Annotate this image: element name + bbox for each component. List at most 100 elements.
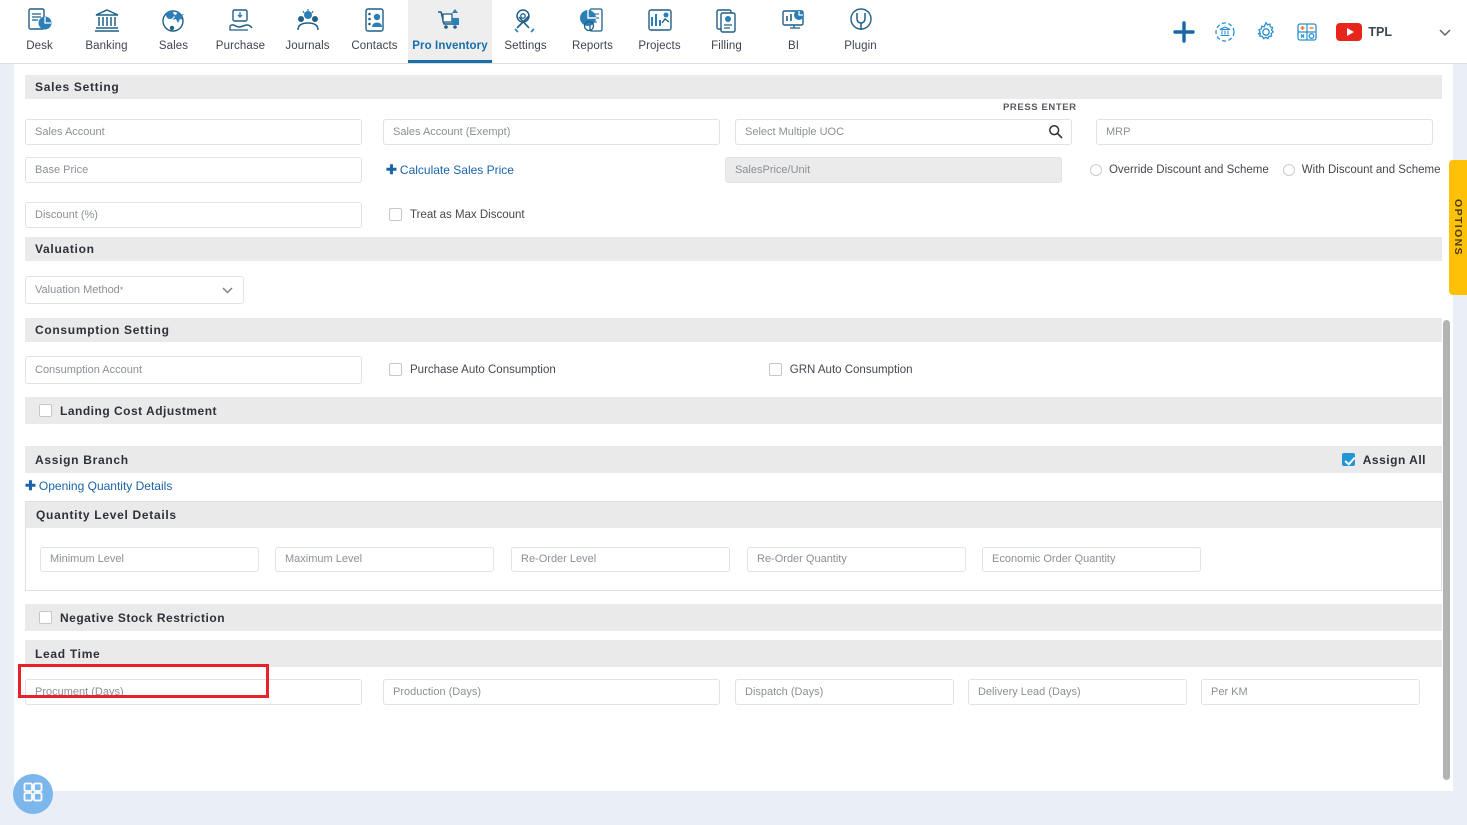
re-order-quantity-input[interactable]: Re-Order Quantity <box>747 546 966 572</box>
nav-item-purchase[interactable]: Purchase <box>207 0 274 63</box>
assign-all-checkbox[interactable]: Assign All <box>1341 452 1426 467</box>
checkbox-box[interactable] <box>39 611 52 624</box>
sales-row-3: Discount (%) Treat as Max Discount <box>25 192 1442 237</box>
desk-icon <box>25 5 55 37</box>
section-title: Lead Time <box>35 646 101 661</box>
nav-item-bi[interactable]: BI <box>760 0 827 63</box>
press-enter-row: PRESS ENTER <box>25 99 1442 117</box>
bank-refresh-icon[interactable] <box>1213 20 1237 44</box>
apps-fab-button[interactable] <box>13 774 53 814</box>
inventory-icon <box>435 5 465 37</box>
checkbox-box[interactable] <box>389 363 402 376</box>
checkbox-label: Assign All <box>1362 452 1426 467</box>
consumption-account-input[interactable]: Consumption Account <box>25 355 362 384</box>
mrp-input[interactable]: MRP <box>1096 119 1433 145</box>
treat-as-max-discount-checkbox[interactable]: Treat as Max Discount <box>389 208 525 221</box>
quantity-level-panel: Quantity Level Details Minimum Level Max… <box>25 501 1442 591</box>
quantity-level-fields-row: Minimum Level Maximum Level Re-Order Lev… <box>26 528 1441 590</box>
per-km-input[interactable]: Per KM <box>1201 679 1420 705</box>
nav-label: Journals <box>285 40 330 52</box>
sales-row-1: Sales Account Sales Account (Exempt) Sel… <box>25 117 1442 147</box>
spacer-landing-assign <box>25 424 1442 446</box>
required-marker: * <box>119 284 124 295</box>
radio-circle[interactable] <box>1282 163 1295 176</box>
radio-with-discount-scheme[interactable]: With Discount and Scheme <box>1282 163 1441 176</box>
plus-icon[interactable] <box>1172 20 1196 44</box>
checkbox-box[interactable] <box>1341 453 1355 466</box>
checkbox-label: GRN Auto Consumption <box>789 363 913 376</box>
nav-item-sales[interactable]: Sales <box>140 0 207 63</box>
delivery-lead-days-input[interactable]: Delivery Lead (Days) <box>968 679 1187 705</box>
projects-icon <box>645 5 675 37</box>
nav-item-reports[interactable]: Reports <box>559 0 626 63</box>
purchase-icon <box>226 5 256 37</box>
maximum-level-input[interactable]: Maximum Level <box>275 546 494 572</box>
bank-icon <box>92 5 122 37</box>
radio-label: With Discount and Scheme <box>1301 163 1441 176</box>
re-order-level-input[interactable]: Re-Order Level <box>511 546 730 572</box>
valuation-method-label: Valuation Method <box>35 283 120 296</box>
opening-quantity-row: ✚ Opening Quantity Details <box>25 473 1442 498</box>
nav-item-pro-inventory[interactable]: Pro Inventory <box>408 0 492 63</box>
nav-item-desk[interactable]: Desk <box>6 0 73 63</box>
reports-icon <box>578 5 608 37</box>
grn-auto-consumption-checkbox[interactable]: GRN Auto Consumption <box>768 363 913 376</box>
economic-order-quantity-input[interactable]: Economic Order Quantity <box>982 546 1201 572</box>
tpl-youtube-link[interactable]: TPL <box>1336 22 1392 41</box>
section-negative-stock-restriction: Negative Stock Restriction <box>25 604 1442 631</box>
landing-cost-adjustment-checkbox[interactable]: Landing Cost Adjustment <box>39 404 217 418</box>
calculate-sales-price-button[interactable]: ✚ Calculate Sales Price <box>386 162 514 178</box>
checkbox-label: Purchase Auto Consumption <box>410 363 556 376</box>
checkbox-box[interactable] <box>768 363 782 376</box>
radio-circle[interactable] <box>1089 163 1102 176</box>
chevron-down-icon[interactable] <box>220 283 235 301</box>
production-days-input[interactable]: Production (Days) <box>383 679 720 705</box>
minimum-level-input[interactable]: Minimum Level <box>40 546 259 572</box>
section-landing-cost-adjustment: Landing Cost Adjustment <box>25 397 1442 424</box>
checkbox-label: Treat as Max Discount <box>410 208 525 221</box>
section-header-sales-setting: Sales Setting <box>25 75 1442 99</box>
page-body: Sales Setting PRESS ENTER Sales Account … <box>0 64 1467 825</box>
spacer-qty-negative <box>25 591 1442 604</box>
nav-item-journals[interactable]: Journals <box>274 0 341 63</box>
nav-item-plugin[interactable]: Plugin <box>827 0 894 63</box>
form-inner: Sales Setting PRESS ENTER Sales Account … <box>14 64 1453 717</box>
nav-item-filling[interactable]: Filling <box>693 0 760 63</box>
vertical-scrollbar[interactable] <box>1443 320 1450 780</box>
section-header-valuation: Valuation <box>25 237 1442 261</box>
nav-item-projects[interactable]: Projects <box>626 0 693 63</box>
form-sheet: Sales Setting PRESS ENTER Sales Account … <box>14 64 1453 791</box>
checkbox-box[interactable] <box>39 404 52 417</box>
consumption-row: Consumption Account Purchase Auto Consum… <box>25 342 1442 397</box>
nav-label: Purchase <box>215 40 266 52</box>
dispatch-days-input[interactable]: Dispatch (Days) <box>735 679 954 705</box>
checkbox-label: Landing Cost Adjustment <box>60 403 218 418</box>
contacts-icon <box>360 5 390 37</box>
uoc-placeholder: Select Multiple UOC <box>745 126 845 138</box>
nav-label: Banking <box>85 40 128 52</box>
checkbox-box[interactable] <box>389 208 402 221</box>
purchase-auto-consumption-checkbox[interactable]: Purchase Auto Consumption <box>389 363 556 376</box>
discount-percent-input[interactable]: Discount (%) <box>25 201 362 228</box>
opening-quantity-details-button[interactable]: ✚ Opening Quantity Details <box>25 478 172 494</box>
sales-account-input[interactable]: Sales Account <box>25 119 362 145</box>
radio-override-discount-scheme[interactable]: Override Discount and Scheme <box>1089 163 1269 176</box>
valuation-method-select[interactable]: Valuation Method * <box>25 275 244 304</box>
options-side-tab[interactable]: OPTIONS <box>1449 160 1467 295</box>
nav-item-settings[interactable]: Settings <box>492 0 559 63</box>
section-header-quantity-level: Quantity Level Details <box>26 502 1441 528</box>
nav-label: Pro Inventory <box>412 40 488 52</box>
gear-icon[interactable] <box>1254 20 1278 44</box>
calculator-icon[interactable] <box>1295 20 1319 44</box>
nav-item-banking[interactable]: Banking <box>73 0 140 63</box>
chevron-down-icon[interactable] <box>1437 24 1453 40</box>
lead-time-fields-row: Procument (Days) Production (Days) Dispa… <box>25 667 1442 717</box>
procurement-days-input[interactable]: Procument (Days) <box>25 679 362 705</box>
calculate-sales-price-label: Calculate Sales Price <box>399 162 514 177</box>
negative-stock-restriction-checkbox[interactable]: Negative Stock Restriction <box>39 611 225 625</box>
sales-account-exempt-input[interactable]: Sales Account (Exempt) <box>383 119 720 145</box>
base-price-input[interactable]: Base Price <box>25 156 362 183</box>
nav-item-contacts[interactable]: Contacts <box>341 0 408 63</box>
select-multiple-uoc-input[interactable]: Select Multiple UOC <box>735 119 1072 145</box>
search-icon[interactable] <box>1048 124 1063 142</box>
